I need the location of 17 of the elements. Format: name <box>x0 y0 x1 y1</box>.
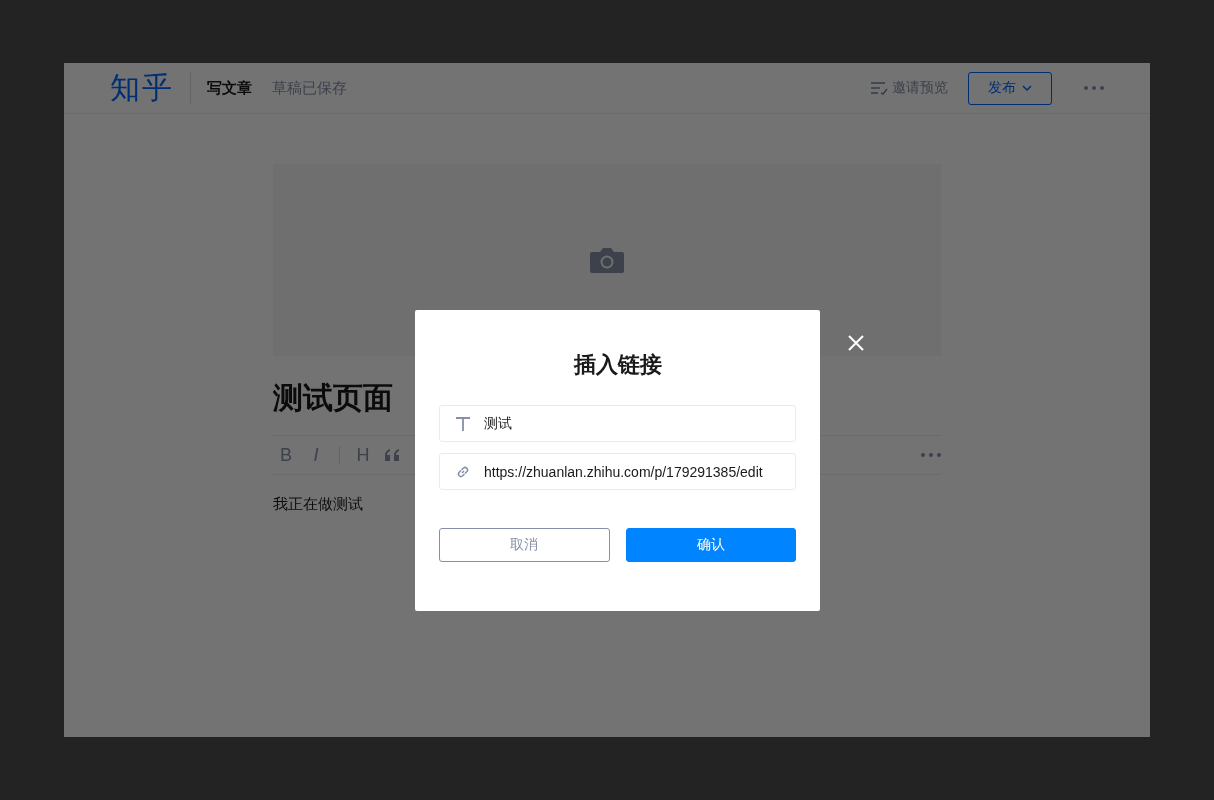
page-mode-label: 写文章 <box>207 78 252 98</box>
dialog-title: 插入链接 <box>572 351 663 379</box>
confirm-button[interactable]: 确认 <box>625 528 796 562</box>
link-url-field[interactable]: https://zhuanlan.zhihu.com/p/179291385/edit <box>439 453 796 490</box>
camera-icon <box>589 246 625 274</box>
link-icon <box>455 464 471 480</box>
text-icon <box>455 416 471 432</box>
chevron-down-icon <box>1022 85 1032 91</box>
more-icon[interactable] <box>1084 86 1104 90</box>
lines-icon <box>870 81 888 95</box>
more-icon[interactable] <box>921 453 941 457</box>
zhihu-logo[interactable]: 知乎 <box>110 67 174 109</box>
link-text-field[interactable]: 测试 <box>439 405 796 442</box>
publish-button[interactable]: 发布 <box>968 71 1052 105</box>
cancel-button[interactable]: 取消 <box>439 528 610 562</box>
quote-icon[interactable] <box>384 449 400 461</box>
close-icon[interactable] <box>848 335 864 351</box>
